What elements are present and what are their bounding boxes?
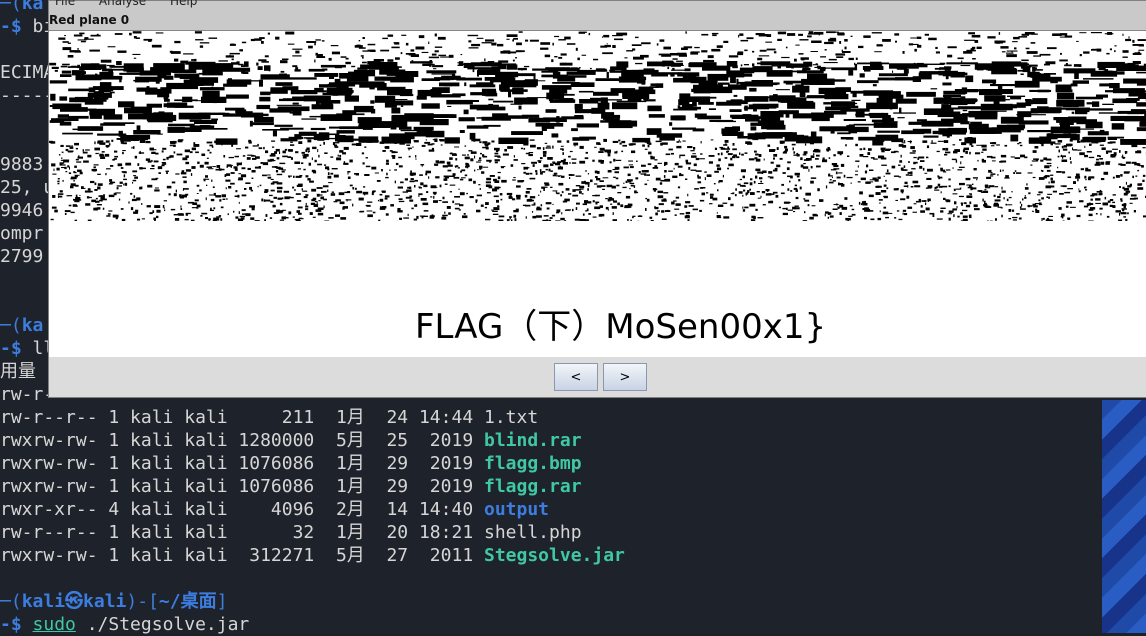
terminal-line: 9946 bbox=[0, 199, 43, 222]
terminal-text: rw-r--r-- 1 kali kali 211 1月 24 14:44 bbox=[0, 407, 484, 428]
image-view: FLAG（下）MoSen00x1} bbox=[49, 30, 1146, 357]
terminal-text: 9883 bbox=[0, 154, 43, 175]
terminal-text: rw-r- bbox=[0, 384, 54, 405]
terminal-line: ompr bbox=[0, 222, 43, 245]
terminal-line: ----- bbox=[0, 84, 54, 107]
terminal-line: 9883 bbox=[0, 153, 43, 176]
terminal-line: -$ ll bbox=[0, 337, 54, 360]
terminal-text: rwxrw-rw- 1 kali kali 1076086 1月 29 2019 bbox=[0, 476, 484, 497]
terminal-text: -$ bbox=[0, 16, 33, 37]
menu-analyse[interactable]: Analyse bbox=[99, 0, 146, 8]
terminal-text: ECIMA bbox=[0, 62, 54, 83]
terminal-text: ] bbox=[217, 591, 228, 612]
terminal-text: ─( bbox=[0, 0, 22, 14]
terminal-line: 2799 bbox=[0, 245, 43, 268]
plane-label: Red plane 0 bbox=[49, 13, 129, 27]
terminal-text: flagg.bmp bbox=[484, 453, 582, 474]
terminal-text: rwxr-xr-- 4 kali kali 4096 2月 14 14:40 bbox=[0, 499, 484, 520]
terminal-text: kali㉿kali bbox=[22, 591, 127, 612]
terminal-line: rw-r- bbox=[0, 383, 54, 406]
terminal-text: -$ bbox=[0, 614, 33, 635]
terminal-line: ECIMA bbox=[0, 61, 54, 84]
button-row: < > bbox=[49, 357, 1146, 397]
terminal-line: ─(kali㉿kali)-[~/桌面] bbox=[0, 590, 227, 613]
menu-bar: File Analyse Help bbox=[49, 0, 211, 8]
terminal-text: ----- bbox=[0, 85, 54, 106]
terminal-line: 25, u bbox=[0, 176, 54, 199]
menu-help[interactable]: Help bbox=[170, 0, 197, 8]
terminal-text: 1.txt bbox=[484, 407, 538, 428]
terminal-text: rwxrw-rw- 1 kali kali 1076086 1月 29 2019 bbox=[0, 453, 484, 474]
terminal-line: rwxrw-rw- 1 kali kali 312271 5月 27 2011 … bbox=[0, 544, 625, 567]
terminal-text: rwxrw-rw- 1 kali kali 312271 5月 27 2011 bbox=[0, 545, 484, 566]
terminal-line: 用量 bbox=[0, 360, 36, 383]
terminal-line: rwxr-xr-- 4 kali kali 4096 2月 14 14:40 o… bbox=[0, 498, 549, 521]
terminal-line: rwxrw-rw- 1 kali kali 1076086 1月 29 2019… bbox=[0, 452, 582, 475]
terminal-text: ka bbox=[22, 315, 44, 336]
terminal-text: Stegsolve.jar bbox=[484, 545, 625, 566]
flag-text: FLAG（下）MoSen00x1} bbox=[415, 299, 826, 348]
stegsolve-window: File Analyse Help Red plane 0 FLAG（下）MoS… bbox=[48, 0, 1146, 398]
terminal-text: ~/桌面 bbox=[159, 591, 217, 612]
terminal-text: ka bbox=[22, 0, 44, 14]
terminal-line: ─(ka bbox=[0, 314, 43, 337]
terminal-line: ─(ka bbox=[0, 0, 43, 15]
terminal-text: 25, u bbox=[0, 177, 54, 198]
prev-button[interactable]: < bbox=[554, 363, 598, 391]
terminal-line: -$ bi bbox=[0, 15, 54, 38]
menu-file[interactable]: File bbox=[55, 0, 75, 8]
terminal-text: -$ bbox=[0, 338, 33, 359]
terminal-text: blind.rar bbox=[484, 430, 582, 451]
terminal-text: rw-r--r-- 1 kali kali 32 1月 20 18:21 bbox=[0, 522, 484, 543]
terminal-text: flagg.rar bbox=[484, 476, 582, 497]
terminal-text: )-[ bbox=[126, 591, 159, 612]
terminal-line: rwxrw-rw- 1 kali kali 1076086 1月 29 2019… bbox=[0, 475, 582, 498]
terminal-text: shell.php bbox=[484, 522, 582, 543]
terminal-text: 9946 bbox=[0, 200, 43, 221]
terminal-line: rw-r--r-- 1 kali kali 32 1月 20 18:21 she… bbox=[0, 521, 582, 544]
next-button[interactable]: > bbox=[603, 363, 647, 391]
terminal-line: rwxrw-rw- 1 kali kali 1280000 5月 25 2019… bbox=[0, 429, 582, 452]
terminal-text: sudo bbox=[33, 614, 76, 635]
terminal-text: ─( bbox=[0, 315, 22, 336]
desktop-wallpaper-strip bbox=[1102, 400, 1146, 633]
terminal-text: rwxrw-rw- 1 kali kali 1280000 5月 25 2019 bbox=[0, 430, 484, 451]
terminal-text: 2799 bbox=[0, 246, 43, 267]
terminal-line: rw-r--r-- 1 kali kali 211 1月 24 14:44 1.… bbox=[0, 406, 538, 429]
terminal-text: ./Stegsolve.jar bbox=[76, 614, 249, 635]
terminal-text: 用量 bbox=[0, 361, 36, 382]
terminal-text: ─( bbox=[0, 591, 22, 612]
bitplane-image bbox=[49, 31, 1146, 221]
terminal-text: output bbox=[484, 499, 549, 520]
terminal-text: ompr bbox=[0, 223, 43, 244]
